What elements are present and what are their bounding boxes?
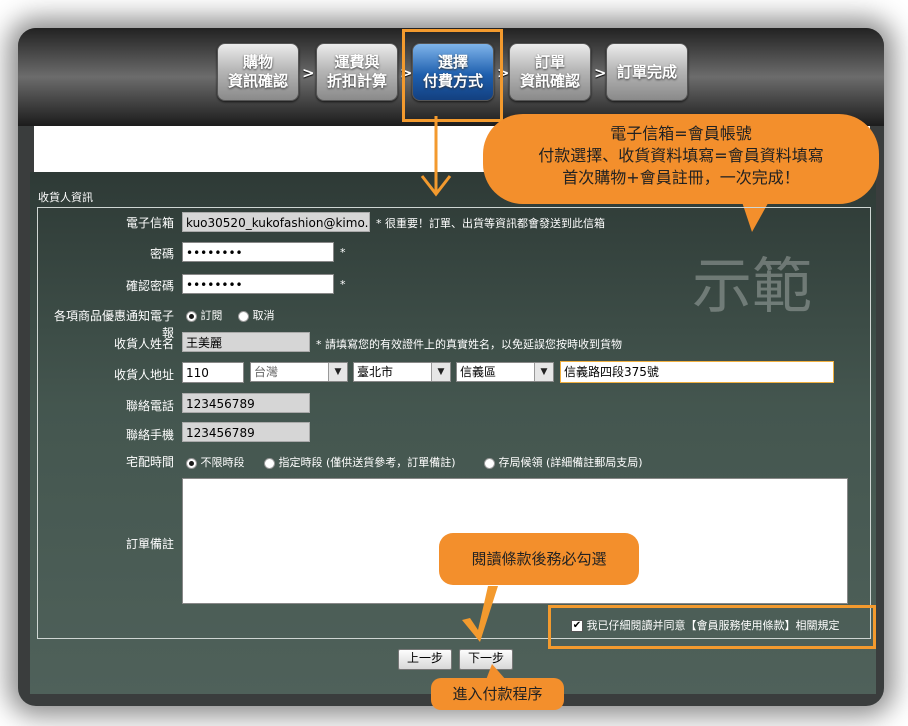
confirm-required-mark: * xyxy=(340,278,346,291)
newsletter-cancel-option[interactable]: 取消 xyxy=(238,307,275,323)
phone-label: 聯絡電話 xyxy=(125,399,174,413)
step-label: 訂單完成 xyxy=(616,62,677,81)
prev-step-button[interactable]: 上一步 xyxy=(398,649,452,670)
callout-line: 付款選擇、收貨資料填寫=會員資料填寫 xyxy=(538,146,824,165)
newsletter-subscribe-option[interactable]: 訂閱 xyxy=(186,307,223,323)
order-memo-label: 訂單備註 xyxy=(125,537,174,551)
step-label: 資訊確認 xyxy=(227,72,288,90)
address-label: 收貨人地址 xyxy=(113,368,174,382)
step-label: 購物 xyxy=(242,53,273,71)
radio-icon[interactable] xyxy=(186,310,197,322)
section-title: 收貨人資訊 xyxy=(38,191,93,204)
recipient-name-note: * 請填寫您的有效證件上的真實姓名，以免延誤您按時收到貨物 xyxy=(316,338,622,351)
chevron-down-icon[interactable]: ▼ xyxy=(328,363,347,381)
delivery-specified-option[interactable]: 指定時段 (僅供送貨參考，訂單備註) xyxy=(264,454,456,470)
checkbox-icon[interactable]: ✔ xyxy=(571,620,583,632)
chevron-down-icon[interactable]: ▼ xyxy=(534,363,553,381)
confirm-password-label: 確認密碼 xyxy=(125,279,174,293)
recipient-name-field[interactable]: 王美麗 xyxy=(182,332,310,352)
select-value: 信義區 xyxy=(460,365,497,379)
street-address-field[interactable]: 信義路四段375號 xyxy=(560,361,834,383)
mobile-field[interactable]: 123456789 xyxy=(182,422,310,442)
down-arrow-icon xyxy=(420,116,452,197)
confirm-password-field[interactable]: •••••••• xyxy=(182,274,334,294)
email-note: * 很重要！訂單、出貨等資訊都會發送到此信箱 xyxy=(376,217,605,230)
phone-field[interactable]: 123456789 xyxy=(182,393,310,413)
mobile-label: 聯絡手機 xyxy=(125,428,174,442)
step-label: 資訊確認 xyxy=(519,72,580,90)
password-label: 密碼 xyxy=(149,247,174,261)
option-label: 不限時段 xyxy=(200,456,245,469)
checkmark-icon xyxy=(462,586,498,642)
option-label: 訂閱 xyxy=(200,309,223,322)
terms-agreement[interactable]: ✔ 我已仔細閱讀并同意【會員服務使用條款】相關規定 xyxy=(571,617,840,633)
radio-icon[interactable] xyxy=(238,310,249,322)
step-separator: > xyxy=(302,64,315,82)
radio-icon[interactable] xyxy=(484,457,495,469)
option-label: 取消 xyxy=(252,309,275,322)
country-select[interactable]: 台灣 ▼ xyxy=(250,362,348,382)
step-shipping-discount: 運費與 折扣計算 xyxy=(316,43,398,101)
option-label: 存局候領 (詳細備註郵局支局) xyxy=(498,456,643,469)
district-select[interactable]: 信義區 ▼ xyxy=(456,362,554,382)
select-value: 臺北市 xyxy=(357,365,394,379)
radio-icon[interactable] xyxy=(264,457,275,469)
city-select[interactable]: 臺北市 ▼ xyxy=(353,362,451,382)
chevron-down-icon[interactable]: ▼ xyxy=(431,363,450,381)
delivery-post-office-option[interactable]: 存局候領 (詳細備註郵局支局) xyxy=(484,454,643,470)
delivery-anytime-option[interactable]: 不限時段 xyxy=(186,454,245,470)
zip-code-field[interactable]: 110 xyxy=(182,362,244,383)
password-field[interactable]: •••••••• xyxy=(182,242,334,262)
step-order-confirm: 訂單 資訊確認 xyxy=(509,43,591,101)
email-field[interactable]: kuo30520_kukofashion@kimo.com xyxy=(182,212,370,232)
callout-terms: 閱讀條款後務必勾選 xyxy=(439,533,639,585)
step-label: 運費與 xyxy=(334,53,380,71)
callout-line: 電子信箱=會員帳號 xyxy=(610,124,752,143)
recipient-name-label: 收貨人姓名 xyxy=(113,337,174,351)
step-label: 折扣計算 xyxy=(326,72,387,90)
terms-label[interactable]: 我已仔細閱讀并同意【會員服務使用條款】相關規定 xyxy=(587,619,840,632)
callout-tail xyxy=(486,664,506,680)
callout-member-info: 電子信箱=會員帳號 付款選擇、收貨資料填寫=會員資料填寫 首次購物+會員註冊，一… xyxy=(483,114,879,204)
select-value: 台灣 xyxy=(254,365,279,379)
active-step-highlight xyxy=(402,29,503,122)
step-separator: > xyxy=(594,64,607,82)
radio-icon[interactable] xyxy=(186,457,197,469)
step-label: 訂單 xyxy=(534,53,565,71)
option-label: 指定時段 (僅供送貨參考，訂單備註) xyxy=(278,456,456,469)
step-order-complete: 訂單完成 xyxy=(606,43,688,101)
email-label: 電子信箱 xyxy=(125,216,174,230)
callout-payment: 進入付款程序 xyxy=(431,678,564,710)
callout-line: 首次購物+會員註冊，一次完成！ xyxy=(562,168,800,187)
step-shopping-confirm: 購物 資訊確認 xyxy=(217,43,299,101)
password-required-mark: * xyxy=(340,246,346,259)
delivery-time-label: 宅配時間 xyxy=(125,455,174,469)
